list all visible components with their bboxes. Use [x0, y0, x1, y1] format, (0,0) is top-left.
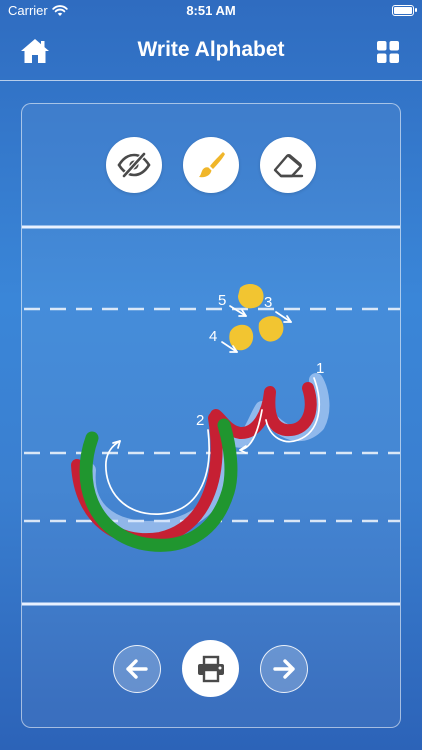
stroke-label-1: 1 [316, 360, 324, 377]
arrow-right-icon [273, 659, 295, 679]
printer-icon [197, 655, 224, 682]
stroke-label-5: 5 [218, 292, 226, 309]
previous-letter-button[interactable] [113, 645, 161, 693]
dot-3 [258, 316, 284, 342]
guide-arrow-2 [105, 429, 210, 515]
dot-5 [238, 284, 264, 309]
stroke-label-4: 4 [209, 328, 217, 345]
yellow-dots [229, 284, 284, 351]
next-letter-button[interactable] [260, 645, 308, 693]
stroke-label-3: 3 [264, 294, 272, 311]
stroke-label-2: 2 [196, 412, 204, 429]
arrow-left-icon [126, 659, 148, 679]
print-button[interactable] [182, 640, 239, 697]
writing-canvas[interactable]: 1 2 3 4 5 [0, 0, 422, 750]
